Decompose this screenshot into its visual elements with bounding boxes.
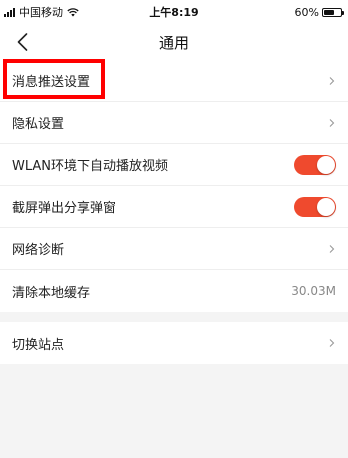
setting-label: 截屏弹出分享弹窗 xyxy=(12,201,117,216)
chevron-right-icon xyxy=(329,76,335,85)
battery-percent: 60% xyxy=(294,5,319,19)
setting-label: 隐私设置 xyxy=(12,117,65,132)
setting-row-network-diagnosis[interactable]: 网络诊断 xyxy=(0,228,348,270)
page-title: 通用 xyxy=(158,33,189,52)
status-time: 上午8:19 xyxy=(149,6,199,19)
chevron-right-icon xyxy=(329,244,335,253)
settings-group-main: 消息推送设置 隐私设置 WLAN环境下自动播放视频 截屏弹出分享弹窗 网络诊断 … xyxy=(0,60,348,312)
toggle-knob xyxy=(317,155,335,174)
setting-label: 消息推送设置 xyxy=(12,75,91,90)
setting-row-clear-cache[interactable]: 清除本地缓存 30.03M xyxy=(0,270,348,312)
setting-label: 切换站点 xyxy=(12,337,65,353)
setting-label: WLAN环境下自动播放视频 xyxy=(12,159,169,174)
setting-row-push[interactable]: 消息推送设置 xyxy=(0,60,348,102)
wifi-icon xyxy=(67,7,79,16)
nav-bar: 通用 xyxy=(0,24,348,60)
status-bar: 中国移动 上午8:19 60% xyxy=(0,0,348,24)
setting-row-switch-site[interactable]: 切换站点 xyxy=(0,322,348,364)
toggle-knob xyxy=(317,197,335,216)
back-button[interactable] xyxy=(12,30,32,54)
chevron-right-icon xyxy=(329,339,335,347)
setting-row-privacy[interactable]: 隐私设置 xyxy=(0,102,348,144)
setting-label: 清除本地缓存 xyxy=(12,285,91,301)
signal-icon xyxy=(4,7,15,17)
carrier-label: 中国移动 xyxy=(19,6,63,19)
settings-group-site: 切换站点 xyxy=(0,322,348,364)
battery-icon xyxy=(322,7,344,17)
autoplay-toggle[interactable] xyxy=(294,154,336,175)
setting-row-screenshot-share: 截屏弹出分享弹窗 xyxy=(0,186,348,228)
chevron-left-icon xyxy=(17,33,27,51)
battery-fill xyxy=(324,9,334,15)
status-right: 60% xyxy=(294,5,344,19)
setting-label: 网络诊断 xyxy=(12,243,65,258)
chevron-right-icon xyxy=(329,118,335,127)
screenshot-share-toggle[interactable] xyxy=(294,196,336,217)
cache-size-value: 30.03M xyxy=(291,284,336,298)
setting-row-autoplay: WLAN环境下自动播放视频 xyxy=(0,144,348,186)
status-left: 中国移动 xyxy=(4,4,79,20)
